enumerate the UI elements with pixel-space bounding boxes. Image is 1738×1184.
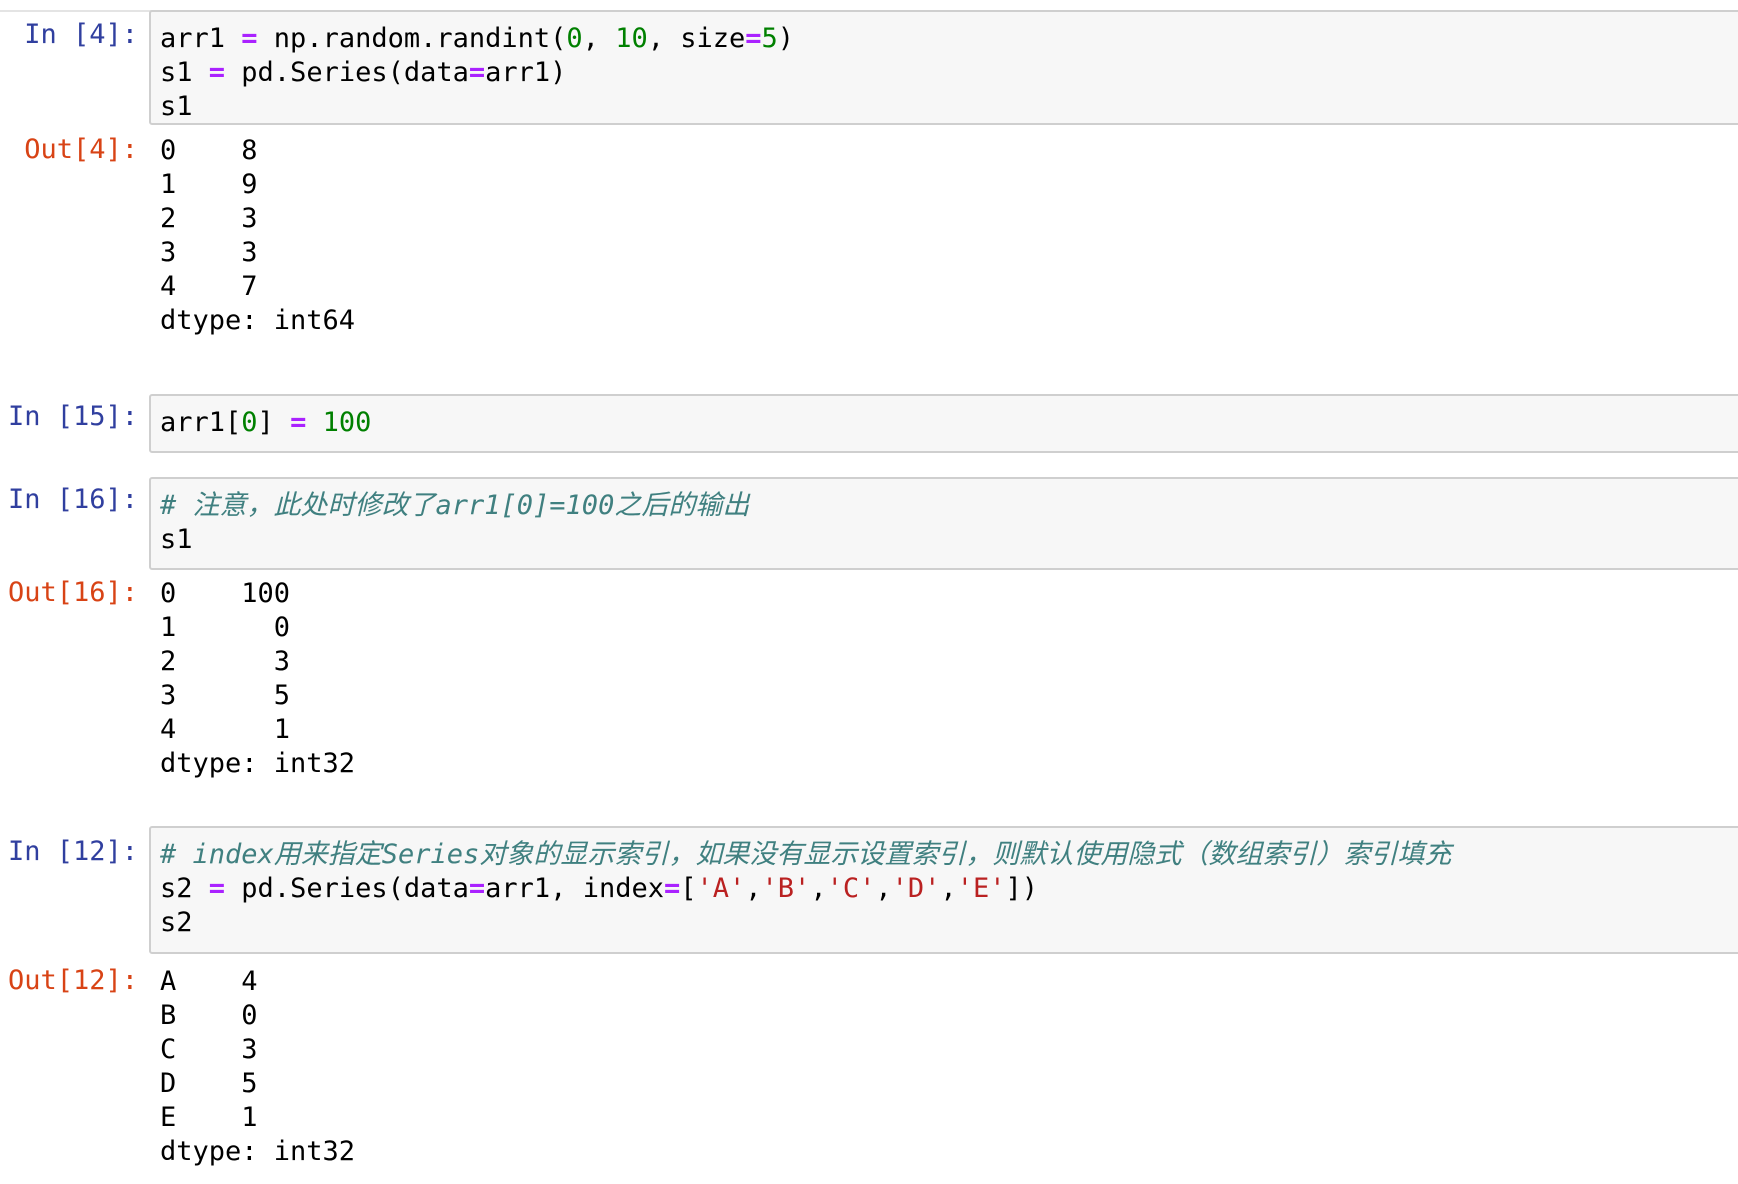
code-line: # index用来指定Series对象的显示索引，如果没有显示设置索引，则默认使…	[160, 838, 1738, 872]
code-token: ,	[745, 873, 762, 904]
code-token: arr1	[160, 23, 242, 54]
code-token: , size	[647, 23, 746, 54]
output-line: dtype: int64	[160, 305, 356, 336]
code-token-str: 'E'	[956, 873, 1006, 904]
code-token-comment: # index用来指定Series对象的显示索引，如果没有显示设置索引，则默认使…	[160, 839, 1452, 870]
code-token: s2	[160, 873, 209, 904]
code-input-area[interactable]: # index用来指定Series对象的显示索引，如果没有显示设置索引，则默认使…	[149, 826, 1738, 954]
output-line: 2 3	[160, 646, 291, 677]
output-line: A 4	[160, 966, 258, 997]
cell-output: A 4B 0C 3D 5E 1 dtype: int32	[160, 965, 355, 1169]
code-line: arr1 = np.random.randint(0, 10, size=5)	[160, 22, 1738, 56]
output-line: E 1	[160, 1102, 258, 1133]
code-token-num: 10	[615, 23, 648, 54]
code-line: s1 = pd.Series(data=arr1)	[160, 56, 1738, 90]
code-input-area[interactable]: arr1[0] = 100	[149, 394, 1738, 453]
code-token-str: 'A'	[696, 873, 746, 904]
code-token-op: =	[468, 873, 486, 904]
code-token-op: =	[468, 57, 486, 88]
input-prompt: In [15]:	[7, 401, 138, 432]
code-token: pd.Series(data	[225, 57, 469, 88]
output-line: 0 8	[160, 135, 258, 166]
code-input-area[interactable]: # 注意，此处时修改了arr1[0]=100之后的输出 s1	[149, 477, 1738, 570]
code-token-str: 'B'	[761, 873, 811, 904]
code-token-str: 'D'	[891, 873, 941, 904]
code-token: ,	[582, 23, 616, 54]
code-line: s1	[160, 90, 1738, 124]
output-line: 3 5	[160, 680, 291, 711]
code-token: arr1, index	[485, 873, 664, 904]
code-token: ])	[1005, 873, 1038, 904]
output-line: 1 9	[160, 169, 258, 200]
output-line: 4 7	[160, 271, 258, 302]
code-token: ,	[810, 873, 827, 904]
output-line: B 0	[160, 1000, 258, 1031]
code-token: arr1[	[160, 407, 242, 438]
code-line: s1	[160, 523, 1738, 557]
input-prompt: In [4]:	[24, 19, 138, 50]
output-line: 0 100	[160, 578, 291, 609]
code-line: arr1[0] = 100	[160, 406, 1738, 440]
output-prompt: Out[4]:	[24, 134, 138, 165]
code-token: s1	[160, 524, 193, 555]
code-token: arr1)	[485, 57, 567, 88]
code-token-num: 0	[566, 23, 583, 54]
code-token: np.random.randint(	[257, 23, 567, 54]
output-prompt: Out[12]:	[7, 965, 138, 996]
output-line: 4 1	[160, 714, 291, 745]
code-token: pd.Series(data	[225, 873, 469, 904]
code-token: [	[680, 873, 697, 904]
code-token: s1	[160, 57, 209, 88]
code-token-op: =	[241, 23, 258, 54]
cell-output: 0 81 92 33 34 7 dtype: int64	[160, 134, 355, 338]
code-line: # 注意，此处时修改了arr1[0]=100之后的输出	[160, 489, 1738, 523]
code-token: ]	[257, 407, 291, 438]
output-line: 1 0	[160, 612, 291, 643]
code-token-op: =	[290, 407, 307, 438]
code-token: s1	[160, 91, 193, 122]
code-token-num: 100	[322, 407, 372, 438]
output-line: dtype: int32	[160, 1136, 356, 1167]
code-token-op: =	[208, 873, 226, 904]
code-token: s2	[160, 907, 193, 938]
code-line: s2	[160, 906, 1738, 940]
input-prompt: In [16]:	[7, 484, 138, 515]
code-token-op: =	[745, 23, 762, 54]
cell-output: 0 100 1 02 33 54 1 dtype: int32	[160, 577, 355, 781]
output-line: C 3	[160, 1034, 258, 1065]
code-token: )	[777, 23, 795, 54]
code-token-num: 0	[241, 407, 258, 438]
code-token-op: =	[663, 873, 681, 904]
code-input-area[interactable]: arr1 = np.random.randint(0, 10, size=5) s…	[149, 10, 1738, 125]
output-line: dtype: int32	[160, 748, 356, 779]
output-line: 2 3	[160, 203, 258, 234]
code-line: s2 = pd.Series(data=arr1, index=['A','B'…	[160, 872, 1738, 906]
output-line: 3 3	[160, 237, 258, 268]
output-prompt: Out[16]:	[7, 577, 138, 608]
code-token-op: =	[208, 57, 226, 88]
code-token-str: 'C'	[826, 873, 876, 904]
code-token-num: 5	[761, 23, 778, 54]
code-token-comment: # 注意，此处时修改了arr1[0]=100之后的输出	[160, 490, 750, 521]
code-token: ,	[940, 873, 957, 904]
input-prompt: In [12]:	[7, 836, 138, 867]
code-token: ,	[875, 873, 892, 904]
output-line: D 5	[160, 1068, 258, 1099]
